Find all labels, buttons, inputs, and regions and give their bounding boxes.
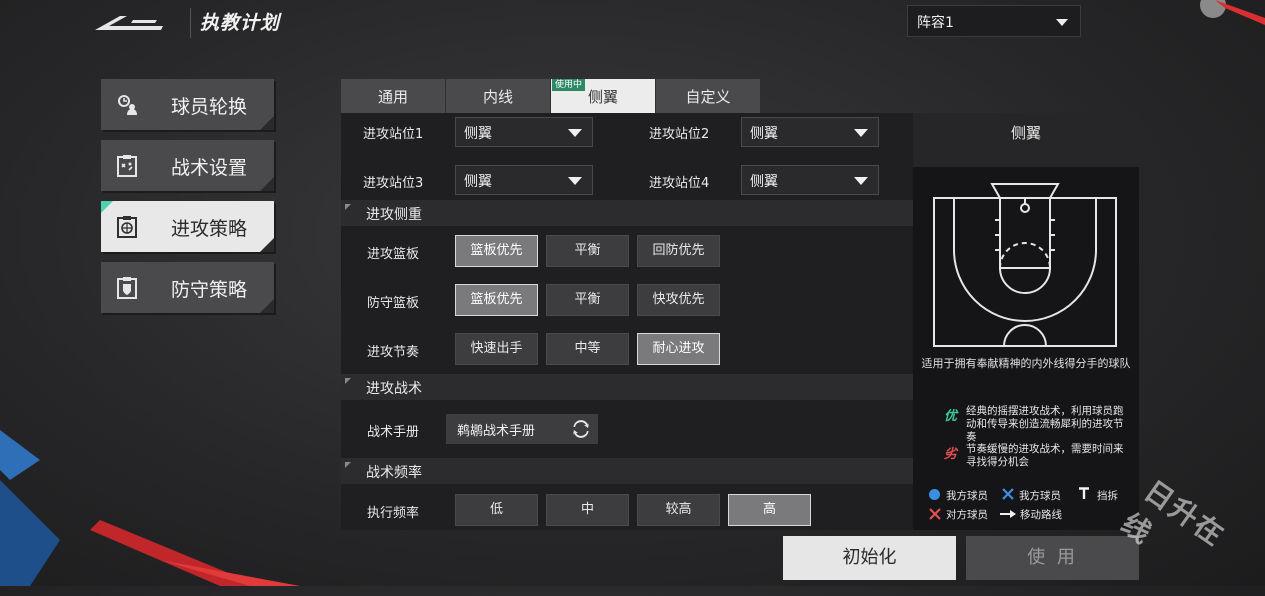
- option-button[interactable]: 平衡: [546, 235, 629, 267]
- page-title: 执教计划: [200, 12, 281, 34]
- option-button[interactable]: 回防优先: [637, 235, 720, 267]
- chevron-down-icon: [854, 177, 868, 185]
- use-button[interactable]: 使 用: [966, 536, 1139, 580]
- option-button[interactable]: 中等: [546, 333, 629, 365]
- nav-defense-strategy[interactable]: 防守策略: [101, 262, 274, 313]
- option-button[interactable]: 快攻优先: [637, 284, 720, 316]
- legend-item: 对方球员: [946, 509, 988, 521]
- tactics-board-icon: [117, 155, 137, 177]
- option-button[interactable]: 篮板优先: [455, 284, 538, 316]
- frequency-option[interactable]: 高: [728, 494, 811, 526]
- option-button[interactable]: 平衡: [546, 284, 629, 316]
- option-button[interactable]: 耐心进攻: [637, 333, 720, 365]
- option-button[interactable]: 快速出手: [455, 333, 538, 365]
- player-rotation-icon: [118, 95, 137, 115]
- offense-basketball-icon: [117, 216, 137, 238]
- legend-item: 我方球员: [946, 490, 988, 502]
- frequency-label: 执行频率: [367, 506, 420, 521]
- header-divider: [190, 8, 191, 38]
- row-label: 防守篮板: [367, 296, 420, 311]
- position-4-select[interactable]: 侧翼: [741, 165, 879, 195]
- con-text: 节奏缓慢的进攻战术，需要时间来寻找得分机会: [966, 443, 1124, 468]
- row-label: 进攻节奏: [367, 345, 420, 360]
- tactic-book-select[interactable]: 鹈鹕战术手册: [446, 414, 598, 444]
- nav-label: 进攻策略: [171, 218, 248, 240]
- frequency-option[interactable]: 较高: [637, 494, 720, 526]
- own-player-dot-icon: [929, 489, 940, 500]
- nav-offense-strategy[interactable]: 进攻策略: [101, 201, 274, 252]
- chevron-down-icon: [568, 129, 582, 137]
- position-label: 进攻站位2: [649, 127, 710, 142]
- tactic-book-label: 战术手册: [367, 425, 420, 440]
- decorative-streak-top: [1215, 0, 1265, 25]
- con-icon: 劣: [944, 447, 958, 462]
- pro-icon: 优: [944, 409, 958, 424]
- legend-item: 移动路线: [1020, 509, 1062, 521]
- reset-button[interactable]: 初始化: [783, 536, 956, 580]
- position-1-select[interactable]: 侧翼: [455, 117, 593, 147]
- chevron-down-icon: [854, 129, 868, 137]
- row-label: 进攻篮板: [367, 247, 420, 262]
- nav-label: 防守策略: [171, 279, 248, 301]
- nav-label: 战术设置: [171, 157, 248, 179]
- court-caption: 适用于拥有奉献精神的内外线得分手的球队: [921, 357, 1131, 370]
- section-header: 战术频率: [341, 458, 913, 484]
- position-2-select[interactable]: 侧翼: [741, 117, 879, 147]
- movement-arrow-icon: [1000, 510, 1016, 518]
- section-header: 进攻战术: [341, 374, 913, 400]
- defense-shield-icon: [117, 277, 137, 299]
- own-player-x-icon: [1002, 488, 1014, 500]
- position-label: 进攻站位4: [649, 176, 710, 191]
- legend-item: 我方球员: [1019, 490, 1061, 502]
- pro-text: 经典的摇摆进攻战术，利用球员跑动和传导来创造流畅犀利的进攻节奏: [966, 405, 1124, 443]
- position-label: 进攻站位3: [363, 176, 424, 191]
- nav-label: 球员轮换: [171, 96, 248, 118]
- frequency-option[interactable]: 中: [546, 494, 629, 526]
- swap-icon: [573, 420, 589, 438]
- screen-t-icon: [1079, 487, 1089, 499]
- option-button[interactable]: 篮板优先: [455, 235, 538, 267]
- chevron-down-icon: [568, 177, 582, 185]
- frequency-option[interactable]: 低: [455, 494, 538, 526]
- decorative-streaks: [0, 430, 300, 586]
- legend-item: 挡拆: [1097, 490, 1118, 502]
- lineup-dropdown[interactable]: 阵容1: [907, 5, 1081, 37]
- court-diagram: [933, 183, 1117, 347]
- position-3-select[interactable]: 侧翼: [455, 165, 593, 195]
- nav-player-rotation[interactable]: 球员轮换: [101, 79, 274, 130]
- lineup-value: 阵容1: [917, 15, 954, 31]
- game-logo-icon: [95, 16, 163, 30]
- chevron-down-icon: [1056, 19, 1068, 26]
- info-title: 侧翼: [1010, 124, 1041, 142]
- active-indicator: [101, 201, 113, 213]
- in-use-badge: 使用中: [552, 79, 586, 91]
- opponent-player-x-icon: [929, 508, 941, 520]
- section-header: 进攻侧重: [341, 200, 913, 226]
- tab-custom[interactable]: 自定义: [656, 79, 760, 113]
- nav-tactics-settings[interactable]: 战术设置: [101, 140, 274, 191]
- tab-inside[interactable]: 内线: [446, 79, 550, 113]
- position-label: 进攻站位1: [363, 127, 424, 142]
- tab-general[interactable]: 通用: [341, 79, 445, 113]
